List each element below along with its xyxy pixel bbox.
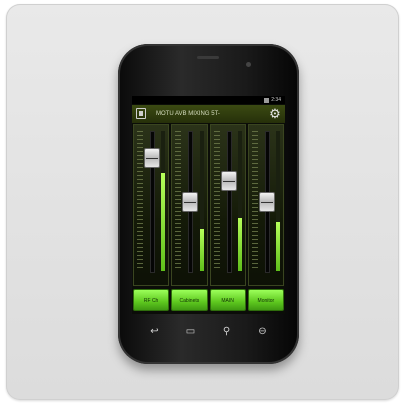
search-icon[interactable]: ⚲ bbox=[219, 326, 235, 338]
status-bar: 2:34 bbox=[132, 96, 285, 104]
channel-strip bbox=[247, 124, 284, 286]
fader-knob[interactable] bbox=[258, 192, 275, 213]
signal-icon bbox=[264, 97, 270, 103]
phone-nav-bar: ↩ ▭ ⚲ ⊖ bbox=[118, 314, 299, 350]
fader-scale bbox=[251, 131, 258, 271]
fader-scale bbox=[213, 131, 220, 271]
fader-knob[interactable] bbox=[144, 147, 161, 168]
level-meter bbox=[276, 131, 280, 271]
channel-button[interactable]: Monitor bbox=[247, 289, 284, 311]
level-meter bbox=[161, 131, 166, 271]
fader-track bbox=[226, 131, 232, 273]
earpiece bbox=[197, 56, 219, 59]
app-title: MOTU AVB MIXING 5T- bbox=[156, 111, 220, 117]
menu-icon[interactable]: ⊖ bbox=[255, 326, 271, 338]
level-meter bbox=[199, 131, 204, 271]
app-titlebar: MOTU AVB MIXING 5T- ⚙ bbox=[132, 105, 285, 123]
channel-strip bbox=[209, 124, 246, 286]
fader-knob[interactable] bbox=[182, 192, 199, 213]
phone-device: 2:34 MOTU AVB MIXING 5T- ⚙ RF Ch Cabinet… bbox=[118, 44, 299, 364]
fader-knob[interactable] bbox=[220, 170, 237, 191]
gear-icon[interactable]: ⚙ bbox=[268, 107, 282, 121]
channel-buttons: RF Ch Cabinets MAIN Monitor bbox=[132, 288, 285, 314]
meter-fill bbox=[199, 229, 204, 271]
home-icon[interactable]: ▭ bbox=[183, 326, 199, 338]
channel-button[interactable]: RF Ch bbox=[133, 289, 170, 311]
product-card: 2:34 MOTU AVB MIXING 5T- ⚙ RF Ch Cabinet… bbox=[6, 4, 399, 400]
phone-screen: 2:34 MOTU AVB MIXING 5T- ⚙ RF Ch Cabinet… bbox=[132, 96, 285, 314]
mixer-panel bbox=[132, 124, 285, 286]
channel-strip bbox=[133, 124, 170, 286]
meter-fill bbox=[276, 222, 280, 271]
front-camera bbox=[246, 62, 251, 67]
level-meter bbox=[237, 131, 242, 271]
channel-strip bbox=[171, 124, 208, 286]
status-icons: 2:34 bbox=[264, 96, 281, 104]
back-icon[interactable]: ↩ bbox=[147, 326, 163, 338]
channel-button[interactable]: MAIN bbox=[209, 289, 246, 311]
fader-scale bbox=[137, 131, 143, 271]
meter-fill bbox=[237, 217, 242, 271]
meter-fill bbox=[161, 173, 166, 271]
speaker-icon[interactable] bbox=[136, 108, 146, 119]
status-time: 2:34 bbox=[271, 97, 281, 103]
fader-scale bbox=[175, 131, 182, 271]
channel-button[interactable]: Cabinets bbox=[171, 289, 208, 311]
